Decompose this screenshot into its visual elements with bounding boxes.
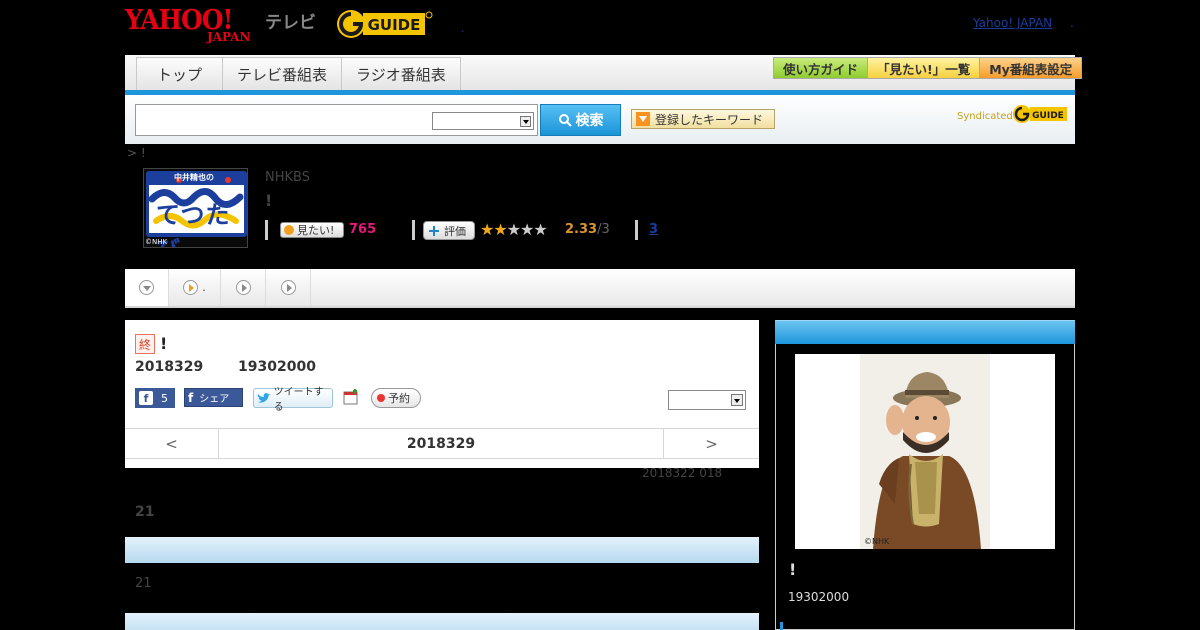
dropdown-triangle-icon [636, 112, 650, 126]
plus-icon [284, 225, 294, 235]
star-empty-icon: ★ [506, 220, 521, 239]
right-panel-header [775, 320, 1075, 344]
tweet-button[interactable]: ツイートする [253, 387, 333, 413]
episode-title: ! [160, 334, 168, 353]
rating-stars: ★★★★★ [480, 220, 548, 239]
section-header-bar [125, 537, 759, 563]
saved-keywords-button[interactable]: 登録したキーワード [631, 109, 775, 129]
rating-score: 2.33 [565, 222, 598, 237]
chevron-down-icon [731, 394, 743, 406]
rating-scale: /3 [597, 222, 610, 237]
subtab-detail[interactable] [125, 269, 169, 306]
want-list-button[interactable]: 「見たい!」一覧 [868, 57, 981, 79]
guest-photo[interactable]: ©NHK [795, 354, 1055, 549]
section-marker [780, 622, 783, 630]
review-count-link[interactable]: 3 [649, 222, 658, 237]
subtab-3[interactable] [221, 269, 266, 306]
thumb-series-title: 中井精也の [174, 173, 214, 182]
search-icon [558, 114, 572, 127]
facebook-like-button[interactable]: f 5 [135, 388, 175, 408]
facebook-share-label: シェア [199, 394, 230, 405]
svg-text:GUIDE: GUIDE [368, 16, 421, 34]
current-episode-date: 2018329 [406, 435, 476, 452]
rating-value: 2.33/3 [565, 222, 610, 237]
yahoo-japan-logo[interactable]: YAHOO! JAPAN [125, 5, 265, 44]
chevron-down-icon [520, 116, 531, 127]
photo-copyright: ©NHK [864, 537, 890, 546]
info-separator [412, 220, 415, 240]
want-count: 765 [349, 222, 377, 237]
nav-tab-tv-listings[interactable]: テレビ番組表 [223, 57, 343, 90]
record-icon [377, 394, 385, 402]
guest-air-time: 19302000 [788, 590, 850, 604]
gguide-logo[interactable]: GUIDE [335, 8, 433, 40]
calendar-add-icon[interactable] [343, 389, 359, 405]
saved-keywords-label: 登録したキーワード [655, 112, 764, 127]
tweet-label: ツイートする [273, 387, 324, 413]
my-listings-settings-button[interactable]: My番組表設定 [980, 57, 1083, 79]
program-thumbnail[interactable]: 中井精也の てつたび ©NHK [143, 168, 248, 248]
program-title: ! [265, 191, 273, 210]
reserve-label: 予約 [388, 392, 410, 405]
plus-icon [429, 225, 439, 236]
subtab-4[interactable] [266, 269, 311, 306]
search-button[interactable]: 検索 [540, 104, 621, 136]
star-empty-icon: ★ [533, 220, 547, 239]
search-category-select[interactable] [432, 112, 534, 130]
channel-name: NHKBS [265, 170, 310, 185]
want-button-label: 見たい! [297, 224, 335, 237]
episode-pagination: < 2018329 > [125, 428, 759, 459]
program-subtabs: . [125, 269, 1075, 308]
next-episode-button[interactable]: > [663, 429, 759, 458]
header-dot: . [461, 22, 465, 35]
info-separator [635, 220, 638, 240]
subtab-2[interactable]: . [169, 269, 221, 306]
guide-button[interactable]: 使い方ガイド [773, 57, 869, 79]
syndicated-gguide-logo: GUIDE [1012, 103, 1068, 125]
rate-button[interactable]: 評価 [423, 221, 475, 240]
section-number: 21 [135, 576, 152, 591]
thumb-copyright: ©NHK [145, 238, 168, 246]
thumb-series-name: てつたび [156, 201, 231, 247]
star-filled-icon: ★ [480, 220, 494, 239]
reserve-recording-button[interactable]: 予約 [371, 388, 421, 408]
chevron-down-icon [139, 280, 154, 295]
play-icon [235, 280, 251, 295]
guest-name: ! [789, 560, 797, 579]
facebook-icon: f [139, 391, 153, 405]
main-nav-tabs: トップ テレビ番組表 ラジオ番組表 [136, 57, 461, 90]
want-to-watch-button[interactable]: 見たい! [280, 222, 344, 238]
yahoo-japan-link[interactable]: Yahoo! JAPAN [973, 16, 1052, 30]
section-header-bar [125, 613, 759, 630]
subtab-2-label: . [202, 281, 206, 294]
nav-tab-top[interactable]: トップ [136, 57, 224, 90]
breadcrumb: > ! [127, 146, 146, 160]
search-button-label: 検索 [575, 113, 604, 129]
play-icon [280, 280, 296, 295]
utility-buttons: 使い方ガイド 「見たい!」一覧 My番組表設定 [773, 57, 1083, 79]
twitter-bird-icon [257, 392, 271, 403]
info-separator [265, 220, 268, 240]
section-heading-number: 21 [135, 504, 155, 520]
star-filled-icon: ★ [493, 220, 507, 239]
facebook-icon: f [188, 390, 194, 405]
end-badge: 終 [135, 334, 155, 354]
play-icon [183, 280, 199, 295]
prev-episode-button[interactable]: < [125, 429, 219, 458]
logo-japan-text: JAPAN [207, 30, 251, 44]
rate-button-label: 評価 [444, 224, 466, 238]
logo-tv-text: テレビ [265, 13, 316, 33]
yahoo-link-dot: . [1070, 16, 1074, 30]
previous-air-info: 2018322 018 [642, 466, 723, 480]
episode-select[interactable] [668, 390, 746, 410]
air-time: 19302000 [238, 359, 316, 375]
facebook-like-count: 5 [161, 391, 168, 405]
page: YAHOO! JAPAN テレビ GUIDE . Yahoo! JAPAN . … [0, 0, 1200, 630]
nav-tab-radio-listings[interactable]: ラジオ番組表 [342, 57, 461, 90]
facebook-share-button[interactable]: f シェア [184, 388, 243, 407]
syndicated-label: Syndicated [957, 111, 1013, 122]
air-date: 2018329 [135, 359, 204, 375]
svg-text:GUIDE: GUIDE [1032, 111, 1064, 121]
star-empty-icon: ★ [520, 220, 534, 239]
